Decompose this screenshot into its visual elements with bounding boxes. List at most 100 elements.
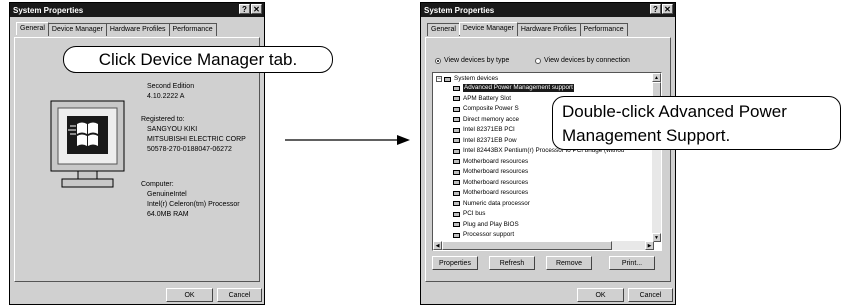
tab-hardware-profiles[interactable]: Hardware Profiles <box>516 23 581 36</box>
callout-line: Double-click Advanced Power <box>562 102 787 121</box>
device-icon <box>453 85 460 91</box>
device-icon <box>453 222 460 227</box>
remove-button[interactable]: Remove <box>546 256 592 270</box>
device-item[interactable]: Motherboard resources <box>453 158 528 166</box>
callout-click-device-manager: Click Device Manager tab. <box>63 46 333 73</box>
view-by-type-label: View devices by type <box>444 57 510 64</box>
window-title: System Properties <box>424 5 495 15</box>
system-properties-window-device-manager: System Properties ? ✕ General Device Man… <box>420 2 676 305</box>
scroll-left-icon[interactable]: ◀ <box>433 241 442 250</box>
device-icon <box>453 106 460 112</box>
device-label: Composite Power S <box>463 105 519 112</box>
tab-general[interactable]: General <box>16 22 49 35</box>
computer-line: GenuineIntel <box>147 191 187 198</box>
device-item[interactable]: Intel 82371EB Pow <box>453 137 517 145</box>
computer-label: Computer: <box>141 181 174 188</box>
device-label: Processor support <box>463 231 515 238</box>
device-label: Motherboard resources <box>463 168 529 175</box>
device-icon <box>453 96 460 101</box>
tab-device-manager[interactable]: Device Manager <box>458 22 518 35</box>
device-icon <box>453 201 460 206</box>
radio-selected[interactable] <box>435 57 441 64</box>
scroll-up-icon[interactable]: ▲ <box>652 73 661 82</box>
system-line: 4.10.2222 A <box>147 93 185 100</box>
horizontal-scrollbar[interactable]: ◀ ▶ <box>433 241 654 250</box>
device-icon <box>453 232 460 238</box>
close-button[interactable]: ✕ <box>251 4 262 14</box>
refresh-button[interactable]: Refresh <box>489 256 535 270</box>
device-item[interactable]: Direct memory acce <box>453 116 519 124</box>
scroll-thumb-h[interactable] <box>442 241 612 250</box>
device-label: Motherboard resources <box>463 178 529 186</box>
tab-performance[interactable]: Performance <box>579 23 628 36</box>
device-item[interactable]: Motherboard resources <box>453 168 528 176</box>
device-icon <box>453 127 460 133</box>
help-button[interactable]: ? <box>650 4 661 14</box>
device-label: Plug and Play BIOS <box>463 220 519 228</box>
device-label: APM Battery Slot <box>463 94 511 102</box>
radio-unselected[interactable] <box>535 57 541 64</box>
tab-hardware-profiles[interactable]: Hardware Profiles <box>105 23 170 36</box>
device-icon <box>453 211 460 217</box>
device-label: Numeric data processor <box>463 199 530 207</box>
print-button[interactable]: Print... <box>609 256 655 270</box>
device-item[interactable]: Intel 82371EB PCI <box>453 126 515 134</box>
scroll-right-icon[interactable]: ▶ <box>645 241 654 250</box>
device-icon <box>453 117 460 122</box>
computer-line: 64.0MB RAM <box>147 211 189 218</box>
device-label: Direct memory acce <box>463 115 519 123</box>
registered-line: SANGYOU KIKI <box>147 126 198 133</box>
view-by-connection-option[interactable]: View devices by connection <box>535 57 630 64</box>
device-item[interactable]: Numeric data processor <box>453 200 530 208</box>
device-label: Advanced Power Management support <box>463 84 574 92</box>
properties-button[interactable]: Properties <box>432 256 478 270</box>
registered-line: 50578-270-0188047-06272 <box>147 146 232 153</box>
computer-line: Intel(r) Celeron(tm) Processor <box>147 201 240 208</box>
device-item[interactable]: Advanced Power Management support <box>453 84 574 92</box>
device-label: PCI bus <box>463 210 486 217</box>
callout-line: Management Support. <box>562 126 731 145</box>
view-by-type-option[interactable]: View devices by type <box>435 57 509 64</box>
device-label: Intel 82371EB PCI <box>463 126 515 133</box>
cancel-button[interactable]: Cancel <box>628 288 673 302</box>
computer-monitor-icon <box>50 100 125 203</box>
device-icon <box>453 180 460 185</box>
device-icon <box>453 190 460 196</box>
computer-info: Computer: GenuineIntel Intel(r) Celeron(… <box>141 180 240 220</box>
ok-button[interactable]: OK <box>166 288 213 302</box>
registered-info: Registered to: SANGYOU KIKI MITSUBISHI E… <box>141 115 246 155</box>
device-item[interactable]: APM Battery Slot <box>453 95 511 103</box>
device-item[interactable]: Composite Power S <box>453 105 519 113</box>
general-panel: Second Edition 4.10.2222 A Registered to… <box>14 37 260 282</box>
device-icon <box>453 159 460 164</box>
view-by-connection-label: View devices by connection <box>544 57 630 64</box>
help-button[interactable]: ? <box>239 4 250 14</box>
system-info: Second Edition 4.10.2222 A <box>147 82 194 102</box>
registered-label: Registered to: <box>141 116 185 123</box>
device-label: Motherboard resources <box>463 157 529 165</box>
device-item[interactable]: Processor support <box>453 231 514 239</box>
device-item[interactable]: Motherboard resources <box>453 189 528 197</box>
title-bar: System Properties ? ✕ <box>10 3 264 17</box>
cancel-button[interactable]: Cancel <box>217 288 262 302</box>
device-icon <box>453 169 460 175</box>
title-bar: System Properties ? ✕ <box>421 3 675 17</box>
collapse-icon[interactable]: − <box>436 76 442 82</box>
device-icon <box>453 148 460 154</box>
system-line: Second Edition <box>147 83 195 90</box>
window-title: System Properties <box>13 5 84 15</box>
device-icon <box>453 138 460 143</box>
tree-root-label: System devices <box>454 75 499 82</box>
ok-button[interactable]: OK <box>577 288 624 302</box>
tab-general[interactable]: General <box>427 23 460 36</box>
tab-performance[interactable]: Performance <box>168 23 217 36</box>
device-item[interactable]: Motherboard resources <box>453 179 528 187</box>
device-label: Motherboard resources <box>463 189 529 196</box>
registered-line: MITSUBISHI ELECTRIC CORP <box>147 136 246 143</box>
close-button[interactable]: ✕ <box>662 4 673 14</box>
tree-root[interactable]: − System devices <box>436 75 498 83</box>
device-item[interactable]: PCI bus <box>453 210 485 218</box>
tab-device-manager[interactable]: Device Manager <box>47 23 107 36</box>
device-item[interactable]: Plug and Play BIOS <box>453 221 519 229</box>
right-arrow-icon <box>285 135 410 145</box>
